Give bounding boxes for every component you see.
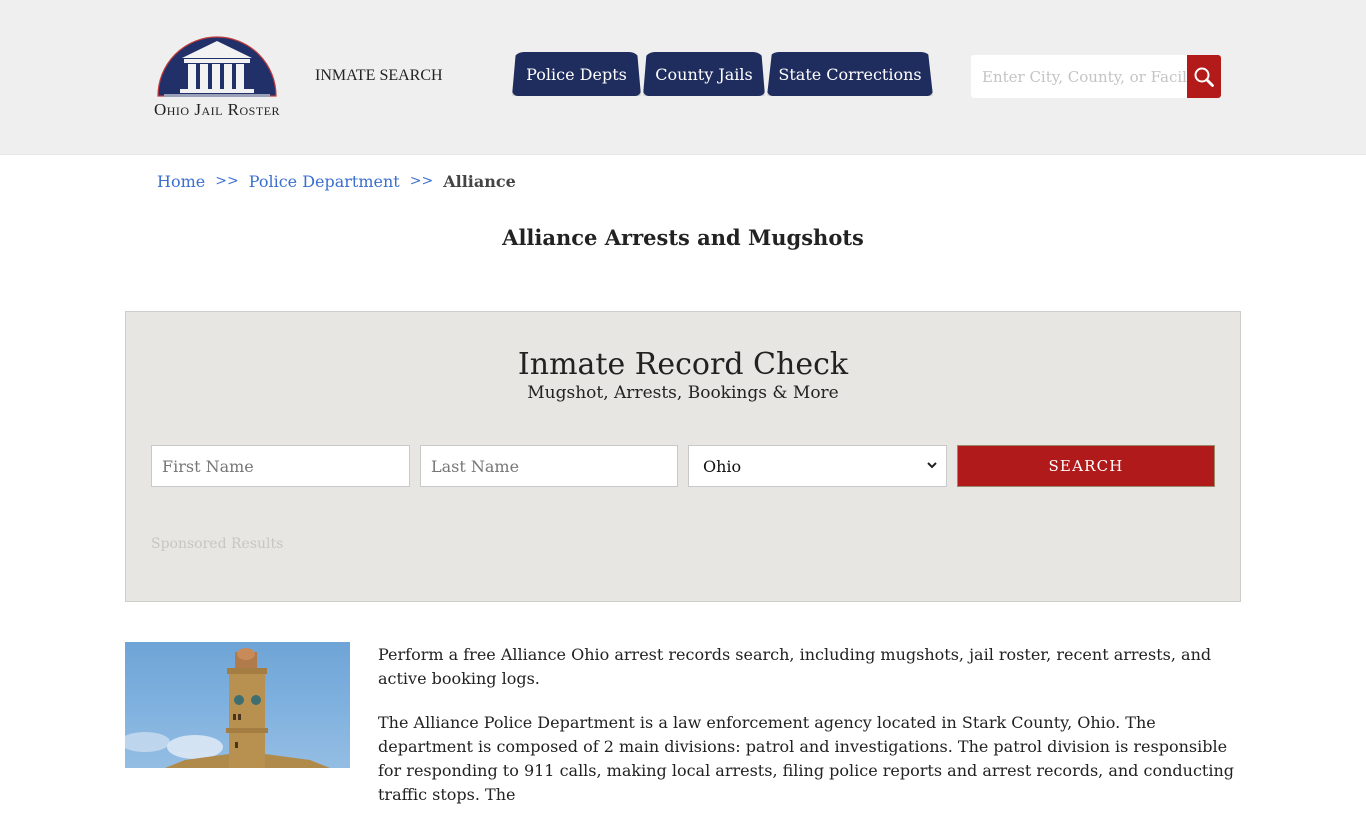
facility-search-input[interactable] xyxy=(971,55,1187,98)
header-search xyxy=(971,55,1221,98)
nav-tab-state-corrections[interactable]: State Corrections xyxy=(767,52,933,96)
clock-tower-image xyxy=(125,648,330,768)
record-check-title: Inmate Record Check xyxy=(517,347,849,382)
breadcrumb-police-department[interactable]: Police Department xyxy=(249,172,400,191)
breadcrumb-separator: >> xyxy=(409,173,434,189)
page-title: Alliance Arrests and Mugshots xyxy=(502,225,864,250)
chevron-down-icon xyxy=(927,462,937,469)
header-search-button[interactable] xyxy=(1187,55,1221,98)
search-icon xyxy=(1194,67,1214,87)
alliance-building-photo xyxy=(125,642,350,768)
breadcrumb-current: Alliance xyxy=(443,172,516,191)
breadcrumb-separator: >> xyxy=(215,173,239,189)
inmate-search-link[interactable]: INMATE SEARCH xyxy=(315,67,443,85)
site-logo[interactable]: Ohio Jail Roster xyxy=(146,34,288,122)
inmate-record-check-panel: Inmate Record Check Mugshot, Arrests, Bo… xyxy=(125,311,1241,602)
state-select[interactable]: Ohio xyxy=(688,445,947,487)
site-header: Ohio Jail Roster INMATE SEARCH Police De… xyxy=(0,0,1366,155)
sponsored-results-label: Sponsored Results xyxy=(151,536,284,552)
intro-paragraph: Perform a free Alliance Ohio arrest reco… xyxy=(378,645,1212,688)
page-content: Perform a free Alliance Ohio arrest reco… xyxy=(378,643,1240,827)
state-select-value: Ohio xyxy=(703,456,742,476)
nav-tab-police-depts[interactable]: Police Depts xyxy=(512,52,641,96)
record-check-subtitle: Mugshot, Arrests, Bookings & More xyxy=(527,383,839,403)
description-paragraph: The Alliance Police Department is a law … xyxy=(378,713,1235,804)
last-name-input[interactable] xyxy=(420,445,678,487)
first-name-input[interactable] xyxy=(151,445,410,487)
nav-tab-county-jails[interactable]: County Jails xyxy=(643,52,765,96)
breadcrumb: Home >> Police Department >> Alliance xyxy=(157,172,516,191)
logo-text: Ohio Jail Roster xyxy=(153,100,281,119)
main-nav: Police Depts County Jails State Correcti… xyxy=(512,52,935,96)
record-search-button[interactable]: SEARCH xyxy=(957,445,1215,487)
breadcrumb-home[interactable]: Home xyxy=(157,172,205,191)
courthouse-logo-icon xyxy=(157,36,277,97)
